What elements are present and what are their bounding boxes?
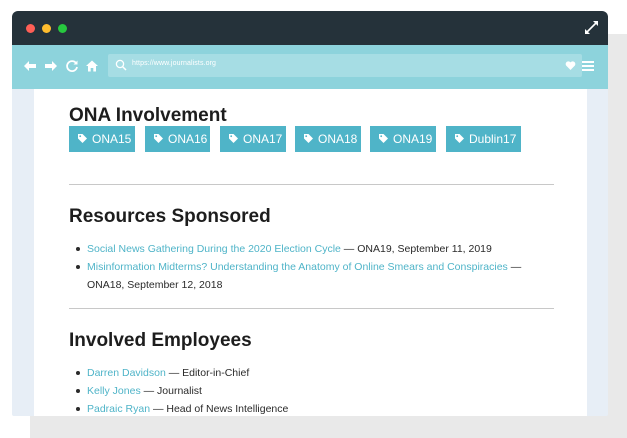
- resources-list: Social News Gathering During the 2020 El…: [75, 240, 545, 294]
- list-item: Padraic Ryan — Head of News Intelligence: [75, 400, 545, 416]
- expand-icon[interactable]: [584, 20, 599, 35]
- resource-link[interactable]: Misinformation Midterms? Understanding t…: [87, 261, 508, 273]
- list-item: Social News Gathering During the 2020 El…: [75, 240, 545, 258]
- tag-label: ONA17: [243, 132, 283, 146]
- employee-role: — Editor-in-Chief: [165, 367, 250, 379]
- home-icon[interactable]: [85, 59, 99, 73]
- heading-ona-involvement: ONA Involvement: [69, 105, 227, 126]
- tag-label: Dublin17: [469, 132, 517, 146]
- tag-icon: [455, 134, 464, 143]
- tag-ona17[interactable]: ONA17: [220, 126, 286, 152]
- employees-list: Darren Davidson — Editor-in-Chief Kelly …: [75, 364, 545, 416]
- tag-icon: [379, 134, 388, 143]
- address-bar[interactable]: https://www.journalists.org: [108, 54, 582, 77]
- zoom-window-button[interactable]: [58, 24, 67, 33]
- tag-ona15[interactable]: ONA15: [69, 126, 135, 152]
- employee-link[interactable]: Darren Davidson: [87, 367, 166, 379]
- tag-ona18[interactable]: ONA18: [295, 126, 361, 152]
- tag-icon: [78, 134, 87, 143]
- browser-toolbar: https://www.journalists.org: [12, 45, 608, 89]
- close-window-button[interactable]: [26, 24, 35, 33]
- title-bar: [12, 11, 608, 45]
- employee-role: — Head of News Intelligence: [150, 403, 289, 415]
- list-item: Misinformation Midterms? Understanding t…: [75, 258, 545, 294]
- tag-label: ONA15: [92, 132, 132, 146]
- web-page: ONA Involvement ONA15 ONA16 ONA17 ONA18: [34, 89, 587, 416]
- tag-label: ONA16: [168, 132, 208, 146]
- reload-icon[interactable]: [65, 59, 79, 73]
- back-arrow-icon[interactable]: [23, 59, 37, 73]
- address-url: https://www.journalists.org: [132, 60, 217, 67]
- resource-detail: — ONA19, September 11, 2019: [340, 243, 492, 255]
- employee-link[interactable]: Padraic Ryan: [87, 403, 150, 415]
- tag-list: ONA15 ONA16 ONA17 ONA18 ONA19 Dublin17: [69, 126, 554, 152]
- heading-resources-sponsored: Resources Sponsored: [69, 206, 271, 227]
- section-divider: [69, 184, 554, 185]
- heart-icon[interactable]: [565, 60, 576, 71]
- menu-icon[interactable]: [582, 60, 594, 72]
- browser-window: https://www.journalists.org ONA Involvem…: [12, 11, 608, 416]
- employee-link[interactable]: Kelly Jones: [87, 385, 141, 397]
- heading-involved-employees: Involved Employees: [69, 330, 252, 351]
- list-item: Kelly Jones — Journalist: [75, 382, 545, 400]
- forward-arrow-icon[interactable]: [44, 59, 58, 73]
- tag-ona16[interactable]: ONA16: [145, 126, 210, 152]
- employee-role: — Journalist: [140, 385, 202, 397]
- tag-icon: [229, 134, 238, 143]
- tag-dublin17[interactable]: Dublin17: [446, 126, 521, 152]
- list-item: Darren Davidson — Editor-in-Chief: [75, 364, 545, 382]
- section-divider: [69, 308, 554, 309]
- tag-label: ONA19: [393, 132, 433, 146]
- tag-label: ONA18: [318, 132, 358, 146]
- minimize-window-button[interactable]: [42, 24, 51, 33]
- resource-link[interactable]: Social News Gathering During the 2020 El…: [87, 243, 341, 255]
- search-icon: [115, 59, 127, 71]
- tag-ona19[interactable]: ONA19: [370, 126, 436, 152]
- tag-icon: [154, 134, 163, 143]
- tag-icon: [304, 134, 313, 143]
